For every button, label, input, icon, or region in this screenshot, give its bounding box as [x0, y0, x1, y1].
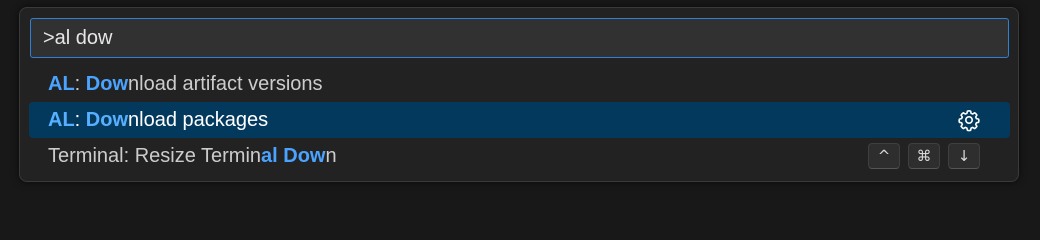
command-palette: AL: Download artifact versions AL: Downl… [19, 7, 1019, 182]
key-control: ^ [868, 143, 900, 169]
command-search-input[interactable] [43, 26, 1008, 50]
command-item-download-artifact-versions[interactable]: AL: Dow nload artifact versions [29, 66, 1010, 102]
gear-icon[interactable] [957, 108, 981, 132]
command-item-download-packages[interactable]: AL: Dow nload packages [29, 102, 1010, 138]
command-category: AL [48, 72, 75, 95]
command-label-rest: n [325, 144, 337, 167]
command-match-highlight: al Dow [261, 144, 326, 167]
command-label-prefix: Terminal: Resize Termin [48, 144, 262, 167]
command-separator: : [74, 108, 86, 131]
command-match-highlight: Dow [85, 108, 129, 131]
command-match-highlight: Dow [85, 72, 129, 95]
command-category: AL [48, 108, 75, 131]
command-separator: : [74, 72, 86, 95]
command-item-terminal-resize-down[interactable]: Terminal: Resize Termin al Dow n ^ ⌘ ↓ [29, 138, 1010, 174]
command-palette-input-box[interactable] [30, 18, 1009, 58]
key-down-arrow: ↓ [948, 143, 980, 169]
command-results-list: AL: Dow nload artifact versions AL: Dow nl… [29, 66, 1010, 174]
key-command: ⌘ [908, 143, 940, 169]
command-label-rest: nload artifact versions [128, 72, 323, 95]
keybinding: ^ ⌘ ↓ [868, 143, 980, 169]
command-label-rest: nload packages [128, 108, 269, 131]
